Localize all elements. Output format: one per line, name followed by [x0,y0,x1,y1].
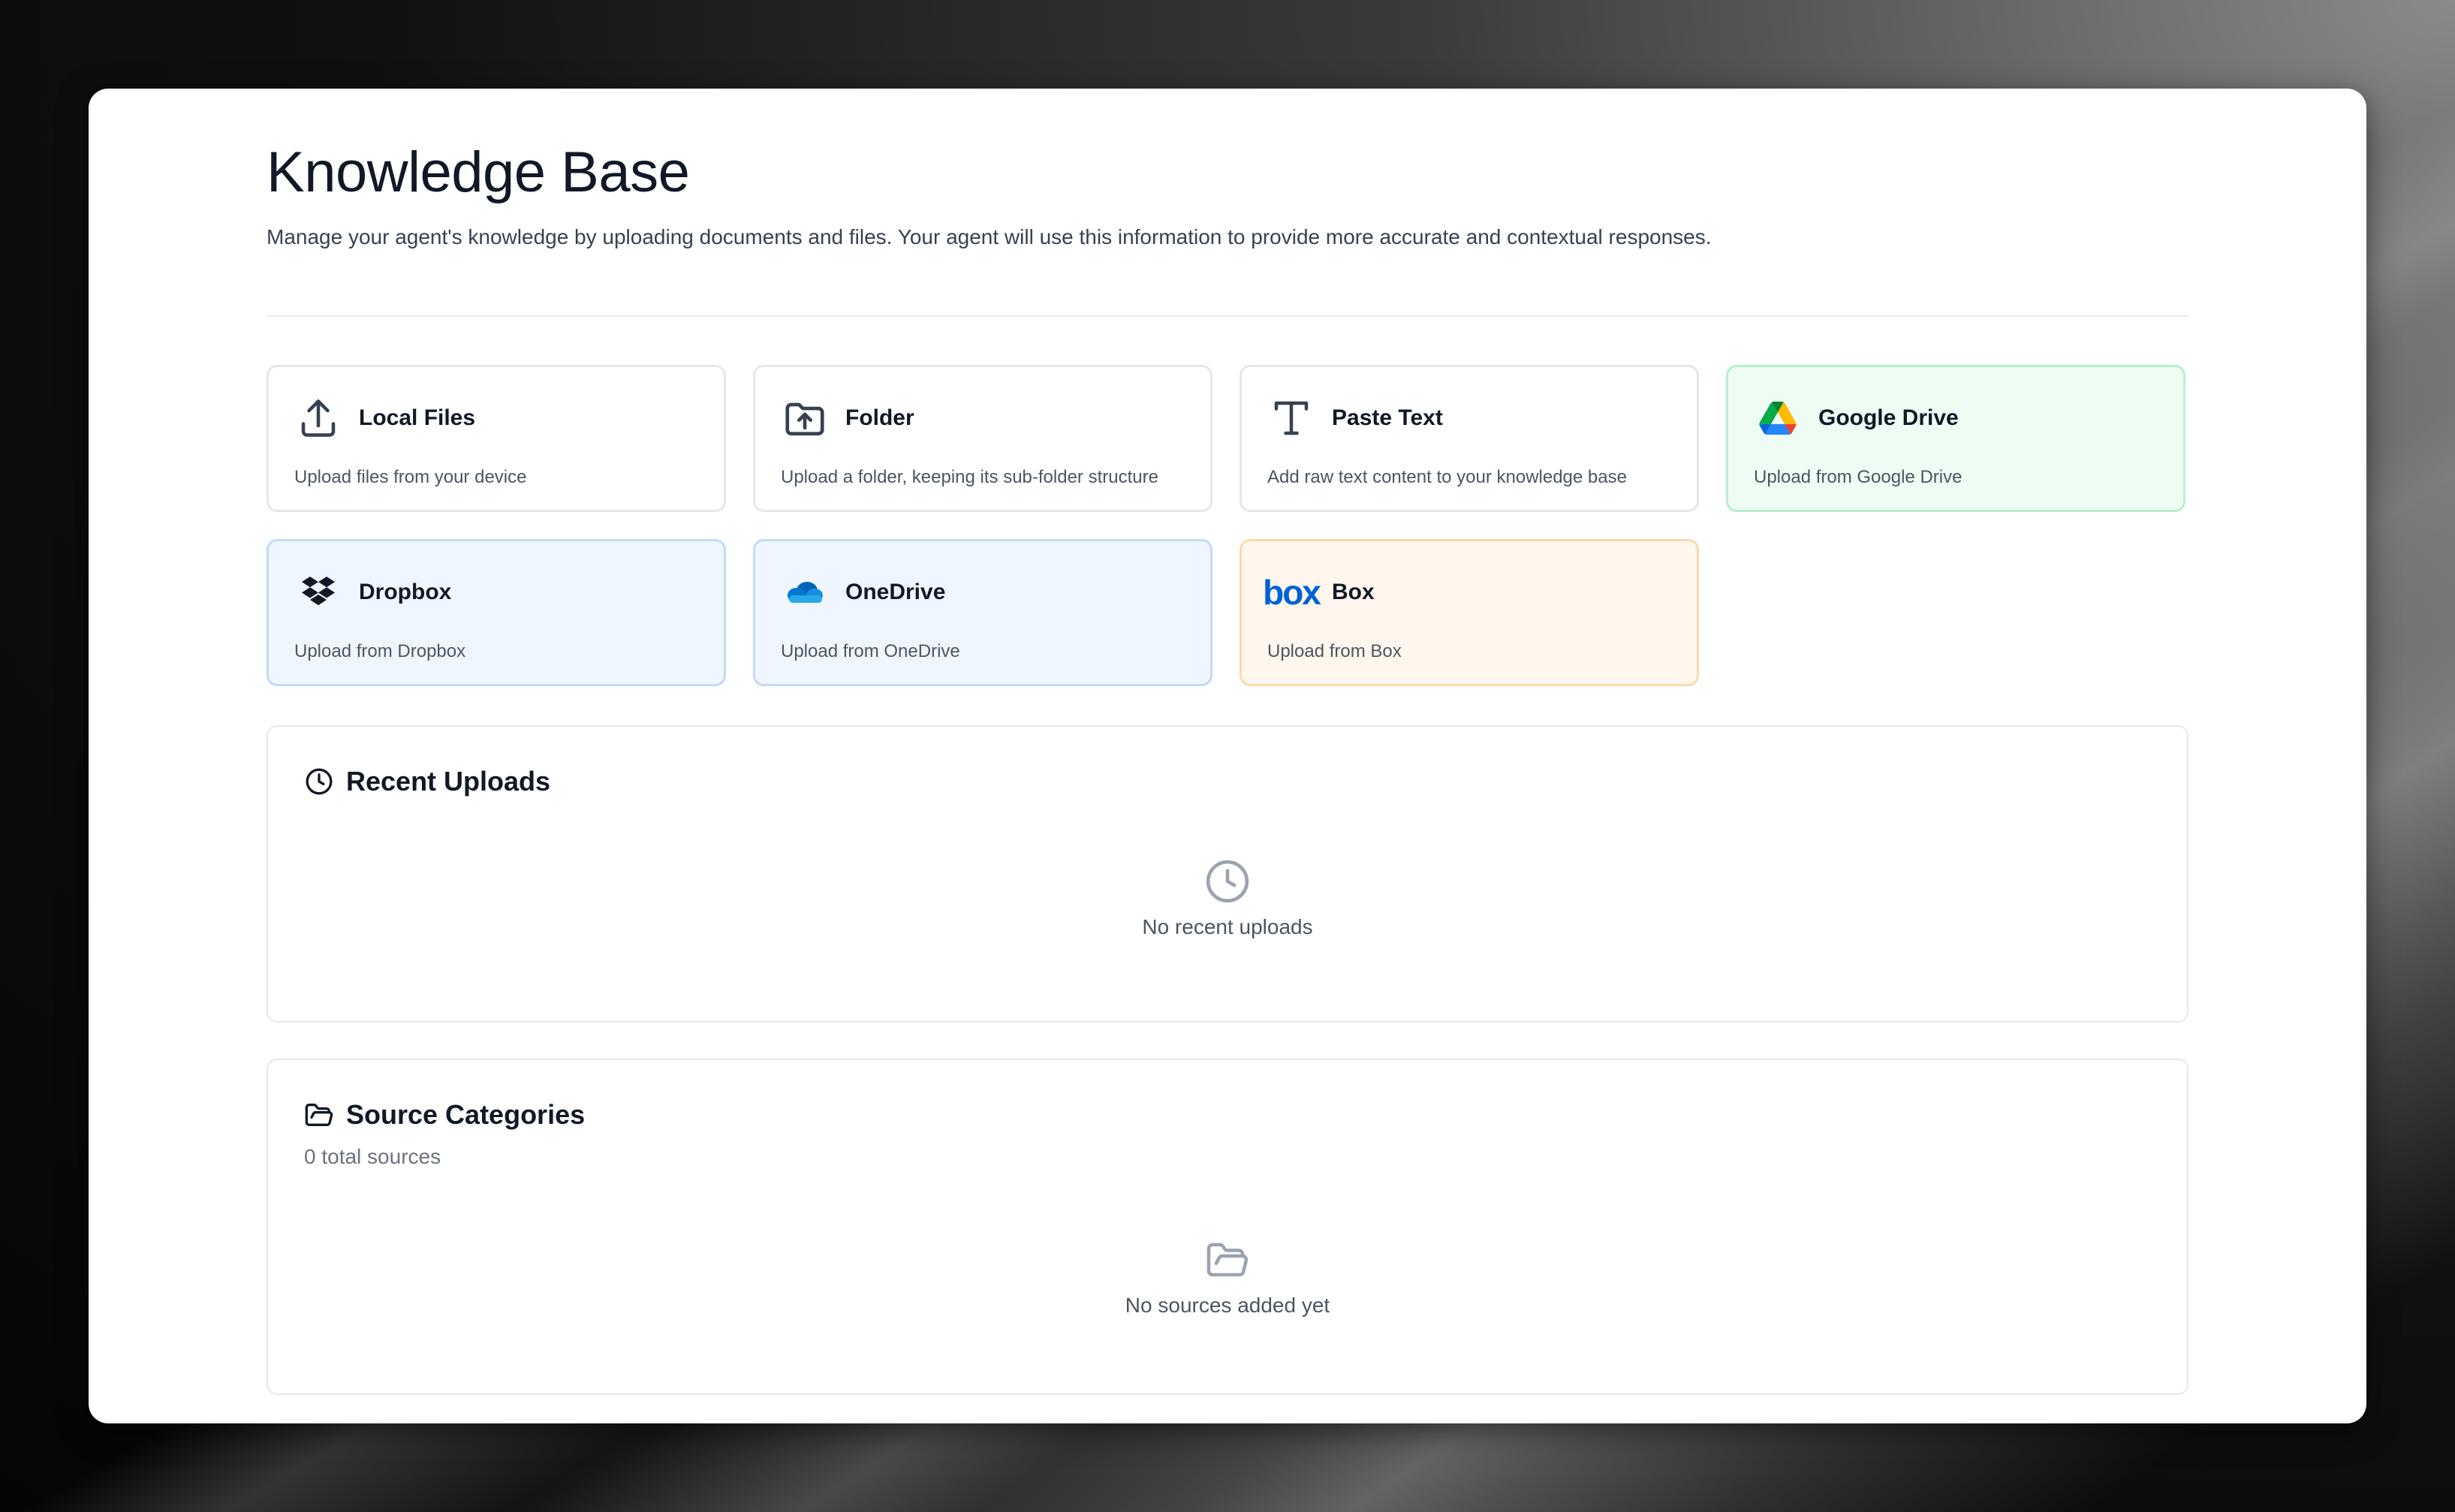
knowledge-base-window: Knowledge Base Manage your agent's knowl… [89,89,2366,1423]
local-files-card[interactable]: Local Files Upload files from your devic… [267,365,726,512]
recent-uploads-panel: Recent Uploads No recent uploads [267,725,2188,1023]
source-description: Upload from OneDrive [781,641,960,661]
total-sources-count: 0 total sources [304,1145,441,1168]
page-description: Manage your agent's knowledge by uploadi… [267,225,1712,248]
empty-state-text: No recent uploads [1142,915,1313,938]
source-title: Folder [845,405,914,430]
upload-icon [294,394,342,442]
recent-uploads-title: Recent Uploads [346,766,551,797]
onedrive-icon [781,568,829,616]
folder-open-icon [1203,1236,1252,1284]
source-description: Upload from Dropbox [294,641,466,661]
empty-state-text: No sources added yet [1125,1294,1330,1317]
source-categories-empty-state: No sources added yet [268,1236,2187,1320]
source-title: Paste Text [1332,405,1443,430]
dropbox-card[interactable]: Dropbox Upload from Dropbox [267,539,726,686]
source-title: Local Files [359,405,476,430]
source-title: OneDrive [845,580,946,604]
source-categories-title: Source Categories [346,1099,586,1130]
source-title: Box [1332,580,1375,604]
dropbox-icon [294,568,342,616]
folder-upload-icon [781,394,829,442]
box-icon: box [1263,573,1321,612]
clock-icon [1203,857,1252,905]
source-categories-header: Source Categories [304,1098,585,1132]
recent-uploads-empty-state: No recent uploads [268,857,2187,941]
folder-card[interactable]: Folder Upload a folder, keeping its sub-… [753,365,1212,512]
clock-icon [304,767,334,797]
source-description: Upload a folder, keeping its sub-folder … [781,467,1158,487]
source-title: Dropbox [359,580,452,604]
divider [267,315,2188,317]
source-categories-panel: Source Categories 0 total sources No sou… [267,1059,2188,1395]
box-card[interactable]: box Box Upload from Box [1240,539,1699,686]
source-description: Upload from Google Drive [1754,467,1962,487]
paste-text-card[interactable]: Paste Text Add raw text content to your … [1240,365,1699,512]
page-title: Knowledge Base [267,140,690,204]
google-drive-card[interactable]: Google Drive Upload from Google Drive [1726,365,2185,512]
folder-open-icon [304,1100,334,1130]
google-drive-icon [1754,394,1802,442]
source-description: Upload from Box [1267,641,1402,661]
source-description: Upload files from your device [294,467,527,487]
onedrive-card[interactable]: OneDrive Upload from OneDrive [753,539,1212,686]
source-title: Google Drive [1818,405,1959,430]
recent-uploads-header: Recent Uploads [304,764,550,799]
source-description: Add raw text content to your knowledge b… [1267,467,1627,487]
text-icon [1267,394,1315,442]
